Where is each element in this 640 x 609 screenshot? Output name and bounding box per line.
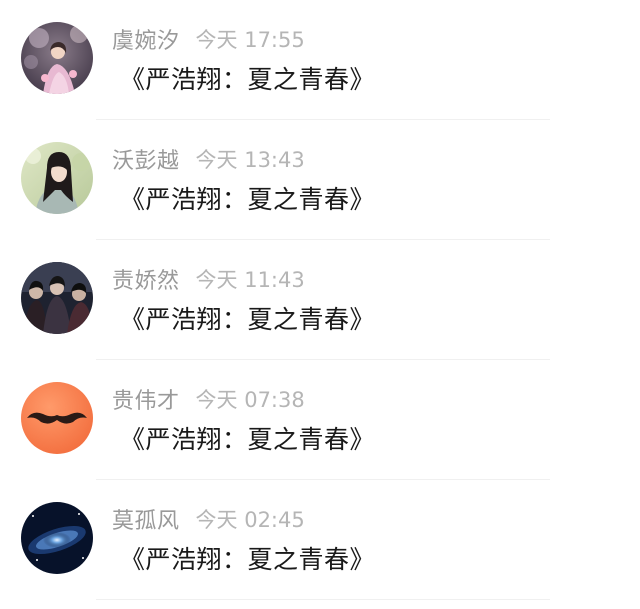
galaxy-avatar-icon[interactable]	[21, 502, 93, 574]
girl-in-pink-dress-avatar-icon[interactable]	[21, 22, 93, 94]
list-item[interactable]: 莫孤风 今天 02:45 《严浩翔：夏之青春》	[0, 480, 640, 600]
list-item[interactable]: 虞婉汐 今天 17:55 《严浩翔：夏之青春》	[0, 0, 640, 120]
comment-meta: 责娇然 今天 11:43	[112, 264, 305, 294]
orange-mustache-avatar-icon[interactable]	[21, 382, 93, 454]
timestamp: 今天 07:38	[196, 384, 305, 414]
comment-text: 《严浩翔：夏之青春》	[120, 545, 376, 574]
comment-text: 《严浩翔：夏之青春》	[120, 305, 376, 334]
divider	[96, 599, 550, 600]
user-name[interactable]: 贵伟才	[112, 383, 180, 415]
timestamp-day: 今天	[195, 268, 238, 292]
user-name[interactable]: 沃彭越	[112, 143, 180, 175]
comment-text: 《严浩翔：夏之青春》	[120, 65, 376, 94]
comment-meta: 沃彭越 今天 13:43	[112, 144, 305, 174]
timestamp: 今天 11:43	[196, 264, 305, 294]
timestamp-day: 今天	[195, 28, 238, 52]
timestamp-day: 今天	[195, 148, 238, 172]
group-of-men-avatar-icon[interactable]	[21, 262, 93, 334]
list-item[interactable]: 责娇然 今天 11:43 《严浩翔：夏之青春》	[0, 240, 640, 360]
timestamp-time: 11:43	[244, 268, 305, 292]
timestamp: 今天 02:45	[196, 504, 305, 534]
user-name[interactable]: 莫孤风	[112, 503, 180, 535]
comment-meta: 莫孤风 今天 02:45	[112, 504, 305, 534]
timestamp-time: 07:38	[244, 388, 305, 412]
girl-outdoors-avatar-icon[interactable]	[21, 142, 93, 214]
comment-list: 虞婉汐 今天 17:55 《严浩翔：夏之青春》 沃彭越 今天 13:43 《严浩…	[0, 0, 640, 600]
comment-meta: 虞婉汐 今天 17:55	[112, 24, 305, 54]
timestamp-time: 13:43	[244, 148, 305, 172]
timestamp: 今天 17:55	[196, 24, 305, 54]
comment-text: 《严浩翔：夏之青春》	[120, 185, 376, 214]
timestamp-day: 今天	[195, 388, 238, 412]
comment-meta: 贵伟才 今天 07:38	[112, 384, 305, 414]
timestamp: 今天 13:43	[196, 144, 305, 174]
timestamp-time: 17:55	[244, 28, 305, 52]
list-item[interactable]: 贵伟才 今天 07:38 《严浩翔：夏之青春》	[0, 360, 640, 480]
comment-text: 《严浩翔：夏之青春》	[120, 425, 376, 454]
list-item[interactable]: 沃彭越 今天 13:43 《严浩翔：夏之青春》	[0, 120, 640, 240]
user-name[interactable]: 责娇然	[112, 263, 180, 295]
timestamp-day: 今天	[195, 508, 238, 532]
timestamp-time: 02:45	[244, 508, 305, 532]
user-name[interactable]: 虞婉汐	[112, 23, 180, 55]
